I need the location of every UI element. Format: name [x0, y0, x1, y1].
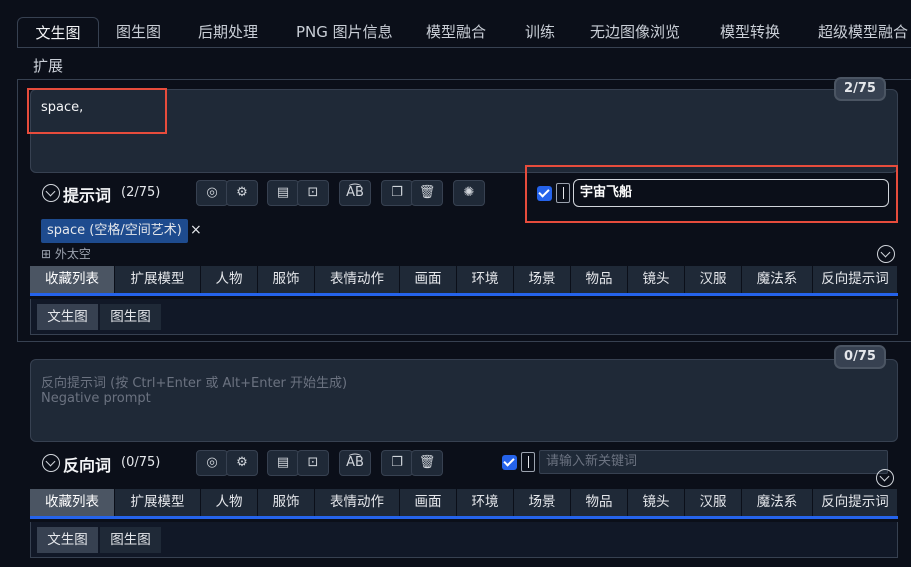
category-hanfu[interactable]: 汉服 [685, 489, 742, 516]
category-expressions[interactable]: 表情动作 [315, 266, 400, 293]
negative-section-count: (0/75) [121, 455, 161, 470]
category-scene[interactable]: 场景 [514, 489, 571, 516]
category-magic[interactable]: 魔法系 [742, 266, 813, 293]
globe-icon[interactable]: ◎ [196, 450, 228, 476]
category-objects[interactable]: 物品 [571, 489, 628, 516]
gear-icon[interactable]: ⚙ [226, 450, 258, 476]
subtab-txt2img[interactable]: 文生图 [37, 304, 98, 330]
openai-icon[interactable]: ✺ [453, 180, 485, 206]
prompt-section-title: 提示词 [63, 186, 112, 205]
category-people[interactable]: 人物 [201, 489, 258, 516]
copy-icon[interactable]: ❐ [381, 180, 413, 206]
negative-placeholder: 反向提示词 (按 Ctrl+Enter 或 Alt+Enter 开始生成) [41, 376, 348, 391]
category-negative[interactable]: 反向提示词 [813, 266, 898, 293]
category-magic[interactable]: 魔法系 [742, 489, 813, 516]
trash-icon[interactable]: 🗑 [411, 450, 443, 476]
category-scene[interactable]: 场景 [514, 266, 571, 293]
tab-model-convert[interactable]: 模型转换 [720, 17, 780, 48]
category-clothing[interactable]: 服饰 [258, 489, 315, 516]
tab-extensions[interactable]: 扩展 [33, 55, 63, 76]
tag-translation-text: 外太空 [54, 247, 91, 261]
category-camera[interactable]: 镜头 [628, 266, 685, 293]
gear-icon[interactable]: ⚙ [226, 180, 258, 206]
category-people[interactable]: 人物 [201, 266, 258, 293]
tag-translation: ⊞ 外太空 [41, 245, 91, 262]
category-subtabs: 文生图 图生图 [30, 299, 898, 335]
translate-icon[interactable]: A͡B [339, 180, 371, 206]
subtab-img2img[interactable]: 图生图 [100, 304, 161, 330]
category-negative[interactable]: 反向提示词 [813, 489, 898, 516]
prompt-token-counter: 2/75 [834, 77, 886, 101]
negative-keyword-checkbox[interactable] [502, 455, 517, 470]
trash-icon[interactable]: 🗑 [411, 180, 443, 206]
tag-remove-icon[interactable]: × [190, 222, 202, 238]
tab-super-merger[interactable]: 超级模型融合 [818, 17, 908, 48]
category-clothing[interactable]: 服饰 [258, 266, 315, 293]
negative-textarea[interactable]: 反向提示词 (按 Ctrl+Enter 或 Alt+Enter 开始生成) Ne… [30, 359, 898, 442]
negative-category-subtabs: 文生图 图生图 [30, 522, 898, 558]
subtab-txt2img[interactable]: 文生图 [37, 527, 98, 553]
tab-train[interactable]: 训练 [525, 17, 555, 48]
highlight-box-prompt [27, 88, 167, 134]
tab-checkpoint-merger[interactable]: 模型融合 [426, 17, 486, 48]
negative-keyword-input[interactable]: 请输入新关键词 [539, 450, 888, 474]
category-composition[interactable]: 画面 [400, 266, 457, 293]
history-icon[interactable]: ▤ [267, 180, 299, 206]
subtab-img2img[interactable]: 图生图 [100, 527, 161, 553]
translate-icon[interactable]: A͡B [339, 450, 371, 476]
category-extension-models[interactable]: 扩展模型 [115, 266, 201, 293]
highlight-box-keyword [525, 165, 898, 223]
category-camera[interactable]: 镜头 [628, 489, 685, 516]
category-hanfu[interactable]: 汉服 [685, 266, 742, 293]
prompt-section-count: (2/75) [121, 185, 161, 200]
category-environment[interactable]: 环境 [457, 266, 514, 293]
collapse-negative-icon[interactable] [42, 454, 60, 472]
category-expressions[interactable]: 表情动作 [315, 489, 400, 516]
category-environment[interactable]: 环境 [457, 489, 514, 516]
tab-divider [17, 47, 911, 48]
translate-small-icon: ⊞ [41, 247, 55, 261]
negative-placeholder-en: Negative prompt [41, 391, 151, 406]
category-objects[interactable]: 物品 [571, 266, 628, 293]
bookmark-icon[interactable]: ⊡ [297, 450, 329, 476]
category-composition[interactable]: 画面 [400, 489, 457, 516]
expand-tags-icon[interactable] [877, 245, 895, 263]
category-tabs: 收藏列表 扩展模型 人物 服饰 表情动作 画面 环境 场景 物品 镜头 汉服 魔… [30, 266, 898, 296]
copy-icon[interactable]: ❐ [381, 450, 413, 476]
tab-txt2img[interactable]: 文生图 [17, 17, 99, 48]
tab-extras[interactable]: 后期处理 [198, 17, 258, 48]
history-icon[interactable]: ▤ [267, 450, 299, 476]
tab-img2img[interactable]: 图生图 [116, 17, 161, 48]
bookmark-icon[interactable]: ⊡ [297, 180, 329, 206]
negative-token-counter: 0/75 [834, 345, 886, 369]
tab-png-info[interactable]: PNG 图片信息 [296, 17, 393, 48]
category-favorites[interactable]: 收藏列表 [30, 266, 115, 293]
globe-icon[interactable]: ◎ [196, 180, 228, 206]
tab-image-browser[interactable]: 无边图像浏览 [590, 17, 680, 48]
prompt-tag[interactable]: space (空格/空间艺术) [41, 219, 188, 243]
collapse-prompt-icon[interactable] [42, 184, 60, 202]
negative-category-tabs: 收藏列表 扩展模型 人物 服饰 表情动作 画面 环境 场景 物品 镜头 汉服 魔… [30, 489, 898, 519]
category-favorites[interactable]: 收藏列表 [30, 489, 115, 516]
category-extension-models[interactable]: 扩展模型 [115, 489, 201, 516]
negative-section-title: 反向词 [63, 456, 112, 475]
expand-negative-tags-icon[interactable] [876, 469, 894, 487]
text-cursor-icon [521, 452, 535, 472]
